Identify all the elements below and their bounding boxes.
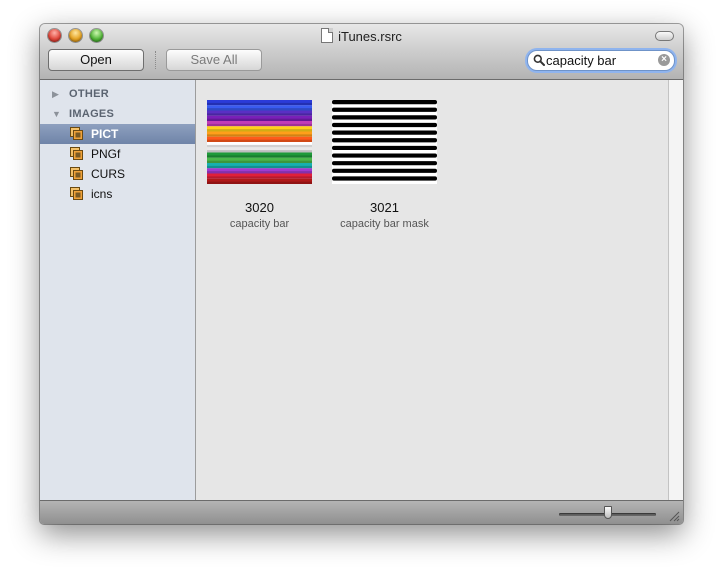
sidebar-item-label: PNGf <box>91 147 121 161</box>
stripe-shade <box>207 155 312 158</box>
sidebar-group-other[interactable]: ▶ OTHER <box>40 84 195 104</box>
stripe-shade <box>207 118 312 121</box>
sidebar-item-label: icns <box>91 187 113 201</box>
resource-type-icon <box>70 167 83 180</box>
open-button[interactable]: Open <box>48 49 144 71</box>
stripe-shade <box>207 129 312 132</box>
stripe-shade <box>207 144 312 148</box>
mask-band-dark <box>332 122 437 128</box>
mask-band-dark <box>332 138 437 143</box>
mask-band-dark <box>332 153 437 158</box>
mask-band-dark <box>332 130 437 135</box>
mask-band-dark <box>332 161 437 166</box>
stripe-shade <box>207 108 312 111</box>
document-icon <box>321 28 334 43</box>
resource-type-icon <box>70 127 83 140</box>
resource-browser: 3020 capacity bar 3021 capacity bar mask <box>196 80 668 500</box>
black-white-stripes-thumbnail[interactable] <box>332 100 437 184</box>
vertical-scrollbar[interactable] <box>668 80 683 500</box>
resource-type-icon <box>70 187 83 200</box>
sidebar-item-label: PICT <box>91 127 119 141</box>
sidebar-item-label: CURS <box>91 167 126 181</box>
stripe-shade <box>207 150 312 153</box>
disclosure-expanded-icon[interactable]: ▼ <box>52 104 61 124</box>
mask-band-dark <box>332 107 437 112</box>
title-bar: iTunes.rsrc Open Save All capacity bar × <box>40 24 683 80</box>
resource-name: capacity bar mask <box>340 218 429 230</box>
save-all-button[interactable]: Save All <box>166 49 262 71</box>
magnifier-icon <box>533 54 545 66</box>
resource-name: capacity bar <box>229 218 290 230</box>
sidebar-group-label: IMAGES <box>69 108 115 120</box>
zoom-slider-knob[interactable] <box>603 506 612 519</box>
sidebar-item-curs[interactable]: CURS <box>40 164 195 184</box>
stripe-shade <box>207 139 312 142</box>
stripe-shade <box>207 113 312 116</box>
app-window: iTunes.rsrc Open Save All capacity bar ×… <box>40 24 683 524</box>
stripe-shade <box>207 181 312 184</box>
mask-band-dark <box>332 145 437 151</box>
sidebar-item-pngf[interactable]: PNGf <box>40 144 195 164</box>
mask-band-dark <box>332 168 437 173</box>
mask-band-dark <box>332 176 437 181</box>
resource-id: 3021 <box>370 200 399 215</box>
window-title: iTunes.rsrc <box>40 28 683 44</box>
mask-band-dark <box>332 115 437 120</box>
search-field[interactable]: capacity bar × <box>527 50 675 71</box>
sidebar-item-icns[interactable]: icns <box>40 184 195 204</box>
clear-search-icon[interactable]: × <box>658 54 670 66</box>
resource-id: 3020 <box>245 200 274 215</box>
stripe-shade <box>207 102 312 106</box>
disclosure-collapsed-icon[interactable]: ▶ <box>52 84 59 104</box>
toolbar-toggle-button[interactable] <box>655 31 674 41</box>
stripe-shade <box>207 123 312 127</box>
search-input[interactable]: capacity bar <box>546 52 616 69</box>
stripe-shade <box>207 160 312 163</box>
resize-grip-icon[interactable] <box>668 510 680 522</box>
stripe-shade <box>207 176 312 179</box>
stripe-shade <box>207 134 312 137</box>
window-title-text: iTunes.rsrc <box>338 29 402 44</box>
mask-band-dark <box>332 100 437 105</box>
sidebar-item-pict[interactable]: PICT <box>40 124 195 144</box>
sidebar-group-images[interactable]: ▼ IMAGES <box>40 104 195 124</box>
rainbow-stripes-thumbnail[interactable] <box>207 100 312 184</box>
sidebar-group-label: OTHER <box>69 88 109 100</box>
sidebar: ▶ OTHER ▼ IMAGES PICT PNGf CURS icns <box>40 80 196 500</box>
status-bar <box>40 500 683 524</box>
stripe-shade <box>207 165 312 169</box>
resource-type-icon <box>70 147 83 160</box>
toolbar-separator <box>155 51 156 69</box>
stripe-shade <box>207 171 312 174</box>
